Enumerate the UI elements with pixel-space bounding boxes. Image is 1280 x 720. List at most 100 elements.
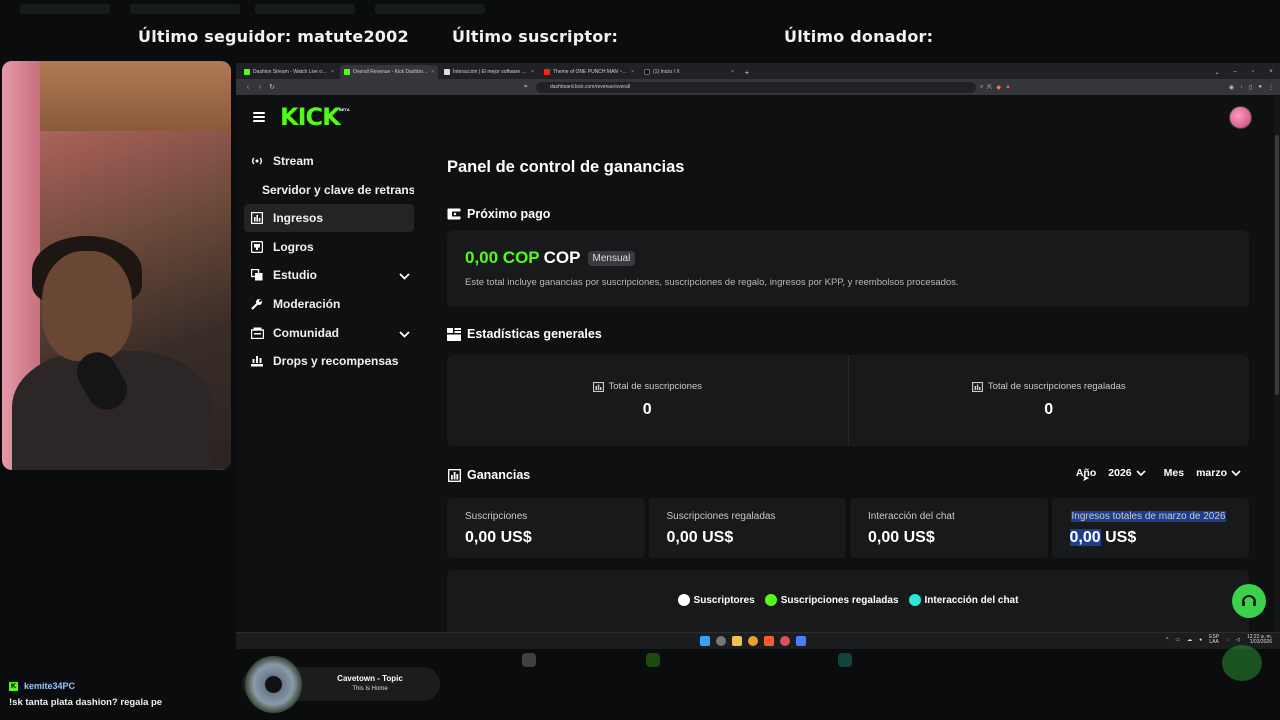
overlay-ghost-tab — [375, 4, 485, 14]
app-icon[interactable] — [796, 636, 806, 646]
overlay-ghost-legend — [646, 653, 666, 667]
menu-icon[interactable]: ⋮ — [1268, 84, 1274, 91]
sidebar-item-stream-key[interactable]: Servidor y clave de retransmisión — [244, 176, 414, 204]
legend-item-subscribers[interactable]: Suscriptores — [677, 594, 755, 606]
close-icon[interactable]: × — [329, 69, 334, 75]
language-indicator[interactable]: ESP LAA — [1209, 635, 1219, 645]
scrollbar-thumb[interactable] — [1275, 135, 1279, 395]
mic-icon[interactable]: ● — [1199, 637, 1202, 643]
chevron-down-icon[interactable]: ⌄ — [1208, 69, 1226, 76]
extension-icon[interactable]: ◆ — [996, 84, 1001, 91]
brave-icon[interactable] — [764, 636, 774, 646]
section-general-stats: Estadísticas generales — [447, 327, 602, 341]
chrome-icon[interactable] — [748, 636, 758, 646]
sidebar-item-studio[interactable]: Estudio — [244, 261, 414, 289]
minimize-icon[interactable]: – — [1226, 69, 1244, 75]
sidebar-item-label: Estudio — [273, 268, 317, 283]
browser-tab-0[interactable]: Dashion Stream - Watch Live on Kick × — [240, 65, 338, 79]
cloud-icon[interactable]: ☁ — [1187, 637, 1192, 643]
share-icon[interactable]: ⇱ — [987, 84, 992, 91]
window-controls: ⌄ – ▫ × — [1208, 65, 1280, 79]
close-icon[interactable]: × — [1262, 69, 1280, 75]
reload-icon[interactable]: ↻ — [266, 83, 278, 91]
hamburger-menu-icon[interactable] — [253, 112, 265, 122]
maximize-icon[interactable]: ▫ — [1244, 69, 1262, 75]
tab-favicon — [544, 69, 550, 75]
tab-favicon — [344, 69, 350, 75]
bookmark-icon[interactable]: ⌗ — [524, 84, 527, 91]
next-payment-card: 0,00 COP COP Mensual Este total incluye … — [447, 230, 1249, 307]
legend-dot — [677, 594, 690, 606]
network-icon[interactable]: ◌ — [1226, 637, 1229, 643]
tab-favicon — [244, 69, 250, 75]
forward-icon[interactable]: › — [254, 84, 266, 91]
legend-dot — [764, 594, 777, 606]
sidebar-icon[interactable]: ▯ — [1249, 84, 1252, 91]
users-icon — [250, 326, 264, 340]
legend-item-gifted[interactable]: Suscripciones regaladas — [764, 594, 899, 606]
month-value: marzo — [1196, 467, 1227, 479]
avatar[interactable] — [1229, 106, 1252, 129]
drops-icon — [250, 354, 264, 368]
close-icon[interactable]: × — [529, 69, 534, 75]
sidebar-item-revenue[interactable]: Ingresos — [244, 204, 414, 233]
chevron-down-icon[interactable] — [399, 327, 410, 341]
browser-tab-2[interactable]: Interacción | El mejor software para... … — [440, 65, 538, 79]
sidebar-item-community[interactable]: Comunidad — [244, 319, 414, 347]
legend-item-chat[interactable]: Interacción del chat — [908, 594, 1018, 606]
stats-icon — [447, 327, 461, 341]
address-bar: ‹ › ↻ ⌗ dashboard.kick.com/revenue/overa… — [236, 79, 1280, 95]
year-select[interactable]: 2026 — [1108, 467, 1146, 479]
stat-label: Total de suscripciones regaladas — [987, 381, 1126, 392]
back-icon[interactable]: ‹ — [242, 84, 254, 91]
close-icon[interactable]: × — [429, 69, 434, 75]
stat-label: Total de suscripciones — [608, 381, 702, 392]
earnings-value: 0,00 US$ — [666, 529, 734, 546]
sidebar-item-label: Ingresos — [273, 211, 324, 226]
windows-start-icon[interactable] — [700, 636, 710, 646]
scrollbar[interactable] — [1274, 95, 1280, 649]
kick-logo[interactable]: KICK — [280, 105, 341, 129]
browser-tab-3[interactable]: Theme of ONE PUNCH MAN ~Seigi × — [540, 65, 638, 79]
clock[interactable]: 12:22 a. m. 1/03/2026 — [1247, 635, 1272, 645]
tab-bar: Dashion Stream - Watch Live on Kick × Ov… — [236, 63, 1280, 79]
month-select[interactable]: marzo — [1196, 467, 1241, 479]
bar-chart-icon — [250, 211, 264, 225]
webcam-person-head — [42, 251, 132, 361]
search-icon[interactable] — [716, 636, 726, 646]
folder-icon[interactable] — [732, 636, 742, 646]
extensions-icon[interactable]: ◉ — [1229, 84, 1234, 91]
chevron-up-icon[interactable]: ^ — [1166, 637, 1168, 643]
close-icon[interactable]: × — [629, 69, 634, 75]
webcam-feed — [2, 61, 231, 470]
zoom-icon[interactable]: ⌕ — [980, 84, 983, 91]
battery-icon[interactable]: ▭ — [1175, 637, 1180, 643]
sidebar-item-moderation[interactable]: Moderación — [244, 290, 414, 318]
sidebar-item-achievements[interactable]: Logros — [244, 233, 414, 261]
bar-chart-icon — [447, 468, 461, 482]
album-art — [245, 656, 302, 713]
general-stats-card: Total de suscripciones 0 Total de suscri… — [447, 355, 1249, 446]
chevron-down-icon[interactable] — [399, 269, 410, 283]
volume-icon[interactable]: ◁ — [1236, 637, 1240, 643]
stat-total-subscriptions: Total de suscripciones 0 — [447, 355, 848, 446]
trophy-icon — [250, 240, 264, 254]
sidebar-item-label: Comunidad — [273, 325, 339, 340]
close-icon[interactable]: × — [729, 69, 734, 75]
sidebar-item-stream[interactable]: Stream — [244, 147, 414, 175]
earnings-total-value: 0,00 US$ — [1069, 529, 1136, 547]
app-icon[interactable] — [780, 636, 790, 646]
sidebar-item-drops[interactable]: Drops y recompensas — [244, 347, 414, 375]
download-icon[interactable]: ↓ — [1240, 84, 1243, 91]
warning-icon[interactable]: ▲ — [1005, 84, 1011, 91]
profile-icon[interactable]: ● — [1258, 84, 1262, 91]
browser-tab-1[interactable]: Overall Revenue - Kick Dashboard × — [340, 65, 438, 79]
tab-favicon — [444, 69, 450, 75]
support-chat-button[interactable] — [1232, 584, 1266, 618]
new-tab-button[interactable]: + — [740, 65, 754, 79]
browser-tab-4[interactable]: (1) Inicio / X × — [640, 65, 738, 79]
earnings-chat-interaction: Interacción del chat 0,00 US$ — [850, 498, 1048, 558]
url-field[interactable]: ⌗ dashboard.kick.com/revenue/overall — [524, 81, 976, 93]
clock-date: 1/03/2026 — [1249, 639, 1272, 645]
overlay-ghost-legend — [522, 653, 542, 667]
